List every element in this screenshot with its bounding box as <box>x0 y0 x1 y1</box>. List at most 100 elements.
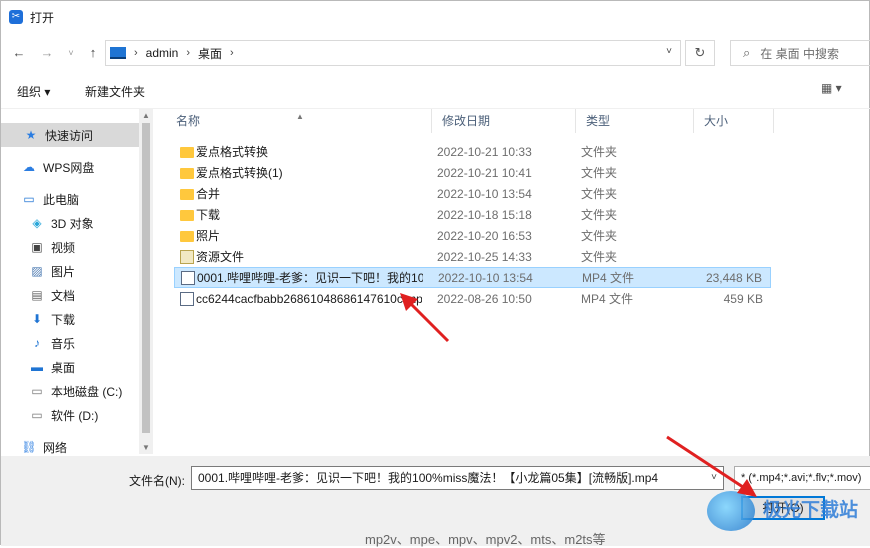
search-input[interactable]: ⌕ 在 桌面 中搜索 <box>730 40 870 66</box>
sidebar-scrollbar[interactable]: ▲ ▼ <box>139 109 153 454</box>
file-name: 资源文件 <box>196 250 245 264</box>
file-row[interactable]: 合并 2022-10-10 13:54 文件夹 <box>174 183 771 204</box>
file-type: 文件夹 <box>581 229 618 243</box>
file-row[interactable]: 爱点格式转换 2022-10-21 10:33 文件夹 <box>174 141 771 162</box>
file-date: 2022-10-10 13:54 <box>437 186 532 201</box>
file-row[interactable]: 资源文件 2022-10-25 14:33 文件夹 <box>174 246 771 267</box>
picture-icon: ▨ <box>31 264 43 278</box>
folder-icon <box>180 231 194 242</box>
drive-icon: ▭ <box>31 384 43 398</box>
chevron-right-icon[interactable]: › <box>230 47 234 59</box>
address-bar[interactable]: › admin › 桌面 › ˅ <box>105 40 681 66</box>
column-header-size[interactable]: 大小 <box>694 109 774 133</box>
file-name: 合并 <box>196 187 221 201</box>
file-date: 2022-10-25 14:33 <box>437 249 532 264</box>
breadcrumb-admin[interactable]: admin <box>146 46 179 60</box>
file-list: 名称 ▲ 修改日期 类型 大小 爱点格式转换 2022-10-21 10:33 … <box>166 109 870 454</box>
column-header-date[interactable]: 修改日期 <box>432 109 576 133</box>
sidebar-item-pictures[interactable]: ▨ 图片 <box>1 259 139 283</box>
file-name: 爱点格式转换 <box>196 145 269 159</box>
sidebar-item-label: 快速访问 <box>45 128 94 143</box>
sidebar-item-3d-objects[interactable]: ◈ 3D 对象 <box>1 211 139 235</box>
organize-button[interactable]: 组织 ▾ <box>17 83 50 100</box>
download-icon: ⬇ <box>31 312 43 326</box>
sidebar-item-label: 视频 <box>51 240 76 255</box>
watermark-logo <box>707 491 755 531</box>
desktop-icon: ▬ <box>31 360 43 374</box>
file-name: 爱点格式转换(1) <box>196 166 283 180</box>
sidebar-item-desktop[interactable]: ▬ 桌面 <box>1 355 139 379</box>
file-date: 2022-10-21 10:33 <box>437 144 532 159</box>
file-name: cc6244cacfbabb26861048686147610c.mp4 <box>196 291 422 306</box>
column-label: 名称 <box>176 114 201 128</box>
command-bar: 组织 ▾ 新建文件夹 ▦ ▾ <box>1 73 870 109</box>
sidebar-item-network[interactable]: ⛓ 网络 <box>1 435 139 454</box>
chevron-right-icon[interactable]: › <box>186 47 190 59</box>
folder-icon <box>180 210 194 221</box>
sidebar-item-local-disk-c[interactable]: ▭ 本地磁盘 (C:) <box>1 379 139 403</box>
column-header-type[interactable]: 类型 <box>576 109 694 133</box>
navigation-bar: ← → ˅ ↑ › admin › 桌面 › ˅ ↻ ⌕ 在 桌面 中搜索 <box>1 37 870 69</box>
breadcrumb-desktop[interactable]: 桌面 <box>198 45 222 62</box>
sidebar-item-label: WPS网盘 <box>43 160 95 175</box>
view-options-button[interactable]: ▦ ▾ <box>821 81 842 95</box>
file-type: 文件夹 <box>581 250 618 264</box>
file-type: MP4 文件 <box>581 292 634 306</box>
sidebar-item-wps-cloud[interactable]: ☁ WPS网盘 <box>1 155 139 179</box>
chevron-down-icon[interactable]: ˅ <box>711 467 717 489</box>
search-placeholder: 在 桌面 中搜索 <box>760 46 839 61</box>
chevron-right-icon[interactable]: › <box>134 47 138 59</box>
filename-input[interactable]: 0001.哔哩哔哩-老爹：见识一下吧！我的100%miss魔法！【小龙篇05集】… <box>191 466 724 490</box>
filename-label: 文件名(N): <box>129 474 185 488</box>
sidebar-item-label: 图片 <box>51 264 76 279</box>
file-row[interactable]: 照片 2022-10-20 16:53 文件夹 <box>174 225 771 246</box>
scrollbar-thumb[interactable] <box>142 123 150 433</box>
file-size: 459 KB <box>723 291 763 306</box>
chevron-down-icon[interactable]: ˅ <box>61 43 81 63</box>
file-type: 文件夹 <box>581 145 618 159</box>
file-type-filter[interactable]: * (*.mp4;*.avi;*.flv;*.mov) <box>734 466 870 490</box>
arrow-right-icon[interactable]: → <box>37 43 57 63</box>
sidebar-item-quick-access[interactable]: ★ 快速访问 <box>1 123 139 147</box>
film-icon: ▣ <box>31 240 43 254</box>
sidebar-item-disk-d[interactable]: ▭ 软件 (D:) <box>1 403 139 427</box>
file-type: 文件夹 <box>581 187 618 201</box>
network-icon: ⛓ <box>21 440 37 454</box>
cloud-icon: ☁ <box>23 160 35 174</box>
arrow-left-icon[interactable]: ← <box>9 43 29 63</box>
file-row[interactable]: 下载 2022-10-18 15:18 文件夹 <box>174 204 771 225</box>
computer-icon: ▭ <box>23 192 35 206</box>
arrow-up-icon[interactable]: ↑ <box>83 43 103 63</box>
file-name: 下载 <box>196 208 221 222</box>
sidebar-item-label: 音乐 <box>51 336 76 351</box>
sort-ascending-icon: ▲ <box>296 112 304 121</box>
sidebar-item-label: 桌面 <box>51 360 76 375</box>
sidebar-item-documents[interactable]: ▤ 文档 <box>1 283 139 307</box>
sidebar-item-music[interactable]: ♪ 音乐 <box>1 331 139 355</box>
sidebar-item-videos[interactable]: ▣ 视频 <box>1 235 139 259</box>
chevron-down-icon[interactable]: ˅ <box>666 46 672 57</box>
file-type: 文件夹 <box>581 208 618 222</box>
column-header-name[interactable]: 名称 ▲ <box>166 109 432 133</box>
refresh-button[interactable]: ↻ <box>685 40 715 66</box>
sidebar-item-label: 文档 <box>51 288 76 303</box>
video-file-icon <box>180 291 194 306</box>
drive-icon: ▭ <box>31 408 43 422</box>
sidebar-item-label: 本地磁盘 (C:) <box>51 384 123 399</box>
folder-icon <box>180 189 194 200</box>
refresh-icon: ↻ <box>694 45 706 60</box>
sidebar-item-label: 3D 对象 <box>51 216 94 231</box>
app-icon: ✂ <box>9 10 23 24</box>
file-date: 2022-10-20 16:53 <box>437 228 532 243</box>
file-row[interactable]: 爱点格式转换(1) 2022-10-21 10:41 文件夹 <box>174 162 771 183</box>
new-folder-button[interactable]: 新建文件夹 <box>85 83 145 100</box>
file-row-selected[interactable]: 0001.哔哩哔哩-老爹：见识一下吧！我的100%miss魔法！【小龙篇05集】… <box>174 267 771 288</box>
scroll-down-icon[interactable]: ▼ <box>142 443 150 452</box>
navigation-pane: ★ 快速访问 ☁ WPS网盘 ▭ 此电脑 ◈ 3D 对象 ▣ 视频 ▨ 图片 ▤… <box>1 109 153 454</box>
scroll-up-icon[interactable]: ▲ <box>142 111 150 120</box>
sidebar-item-label: 下载 <box>51 312 76 327</box>
file-row[interactable]: cc6244cacfbabb26861048686147610c.mp4 202… <box>174 288 771 309</box>
music-icon: ♪ <box>34 336 40 350</box>
sidebar-item-this-pc[interactable]: ▭ 此电脑 <box>1 187 139 211</box>
sidebar-item-downloads[interactable]: ⬇ 下载 <box>1 307 139 331</box>
